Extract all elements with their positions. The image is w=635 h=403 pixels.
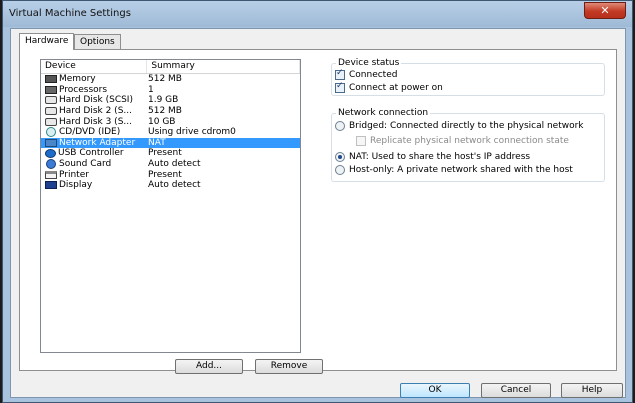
device-name: Display (59, 180, 93, 191)
device-row-network-adapter[interactable]: Network Adapter NAT (41, 137, 300, 149)
device-name: Hard Disk 2 (S... (59, 106, 132, 117)
device-name: USB Controller (58, 148, 124, 159)
close-button[interactable]: ✕ (584, 2, 626, 19)
device-row-hard-disk-scsi[interactable]: Hard Disk (SCSI) 1.9 GB (41, 95, 300, 106)
device-row-hard-disk-2[interactable]: Hard Disk 2 (S... 512 MB (41, 106, 300, 117)
device-row-hard-disk-3[interactable]: Hard Disk 3 (S... 10 GB (41, 116, 300, 127)
hardware-panel: Device Summary Memory 512 MB Processors … (19, 49, 617, 374)
vm-settings-window: Virtual Machine Settings ✕ Hardware Opti… (2, 0, 633, 403)
connected-label: Connected (349, 70, 398, 80)
summary-column-header[interactable]: Summary (147, 60, 300, 73)
device-summary: Using drive cdrom0 (148, 127, 236, 138)
checkbox-unchecked-icon (356, 136, 366, 146)
radio-selected-icon (335, 152, 345, 162)
dialog-body: Hardware Options Device Summary Memory 5… (10, 28, 626, 398)
radio-unselected-icon (335, 165, 345, 175)
checkbox-checked-icon (335, 68, 345, 80)
close-icon: ✕ (600, 4, 610, 17)
device-name: Printer (59, 169, 89, 180)
device-list[interactable]: Device Summary Memory 512 MB Processors … (40, 59, 301, 353)
bridged-radio[interactable]: Bridged: Connected directly to the physi… (335, 121, 584, 131)
memory-icon (45, 75, 57, 84)
device-row-memory[interactable]: Memory 512 MB (41, 74, 300, 85)
title-bar[interactable]: Virtual Machine Settings ✕ (3, 1, 632, 27)
hard-disk-icon (45, 107, 57, 116)
device-name: Memory (59, 74, 96, 85)
network-connection-title: Network connection (336, 108, 431, 118)
replicate-label: Replicate physical network connection st… (370, 136, 569, 146)
device-summary: NAT (148, 137, 166, 148)
network-adapter-icon (45, 138, 57, 147)
device-summary: 1 (148, 84, 154, 95)
device-name: Processors (59, 84, 108, 95)
device-summary: Auto detect (148, 159, 201, 170)
device-row-usb-controller[interactable]: USB Controller Present (41, 148, 300, 159)
device-summary: Auto detect (148, 180, 201, 191)
device-name: CD/DVD (IDE) (59, 127, 121, 138)
device-summary: Present (148, 169, 182, 180)
device-name: Sound Card (59, 159, 112, 170)
network-connection-group: Network connection Bridged: Connected di… (331, 108, 605, 182)
device-column-header[interactable]: Device (41, 60, 148, 73)
connect-at-power-on-label: Connect at power on (349, 83, 443, 93)
usb-icon (45, 148, 56, 158)
device-summary: 512 MB (148, 106, 182, 117)
connect-at-power-on-checkbox[interactable]: Connect at power on (335, 81, 443, 93)
device-status-group: Device status Connected Connect at power… (331, 58, 605, 96)
device-row-processors[interactable]: Processors 1 (41, 85, 300, 96)
device-summary: 10 GB (148, 116, 176, 127)
printer-icon (45, 170, 57, 179)
ok-button[interactable]: OK (400, 383, 470, 398)
add-device-button[interactable]: Add... (175, 359, 243, 374)
hard-disk-icon (45, 117, 57, 126)
connected-checkbox[interactable]: Connected (335, 68, 398, 80)
remove-device-button[interactable]: Remove (255, 359, 323, 374)
sound-card-icon (46, 159, 56, 170)
checkbox-checked-icon (335, 81, 345, 93)
device-summary: Present (148, 148, 182, 159)
device-list-header: Device Summary (41, 60, 300, 74)
tab-options[interactable]: Options (74, 34, 121, 49)
processor-icon (45, 85, 57, 94)
help-button[interactable]: Help (561, 383, 623, 398)
device-name: Network Adapter (59, 137, 136, 148)
device-summary: 1.9 GB (148, 95, 179, 106)
device-name: Hard Disk 3 (S... (59, 116, 132, 127)
device-status-title: Device status (336, 58, 402, 68)
replicate-checkbox[interactable]: Replicate physical network connection st… (356, 136, 569, 146)
device-row-cd-dvd[interactable]: CD/DVD (IDE) Using drive cdrom0 (41, 127, 300, 138)
device-name: Hard Disk (SCSI) (59, 95, 133, 106)
tab-hardware[interactable]: Hardware (19, 33, 75, 50)
radio-unselected-icon (335, 121, 345, 131)
nat-label: NAT: Used to share the host's IP address (349, 152, 531, 162)
device-row-printer[interactable]: Printer Present (41, 169, 300, 180)
device-row-display[interactable]: Display Auto detect (41, 180, 300, 191)
host-only-radio[interactable]: Host-only: A private network shared with… (335, 165, 573, 175)
host-only-label: Host-only: A private network shared with… (349, 165, 573, 175)
cd-dvd-icon (46, 127, 56, 138)
bridged-label: Bridged: Connected directly to the physi… (349, 121, 584, 131)
window-title: Virtual Machine Settings (9, 8, 131, 19)
cancel-button[interactable]: Cancel (481, 383, 551, 398)
device-summary: 512 MB (148, 74, 182, 85)
display-icon (45, 181, 57, 190)
device-row-sound-card[interactable]: Sound Card Auto detect (41, 159, 300, 170)
hard-disk-icon (45, 96, 57, 105)
nat-radio[interactable]: NAT: Used to share the host's IP address (335, 152, 530, 162)
